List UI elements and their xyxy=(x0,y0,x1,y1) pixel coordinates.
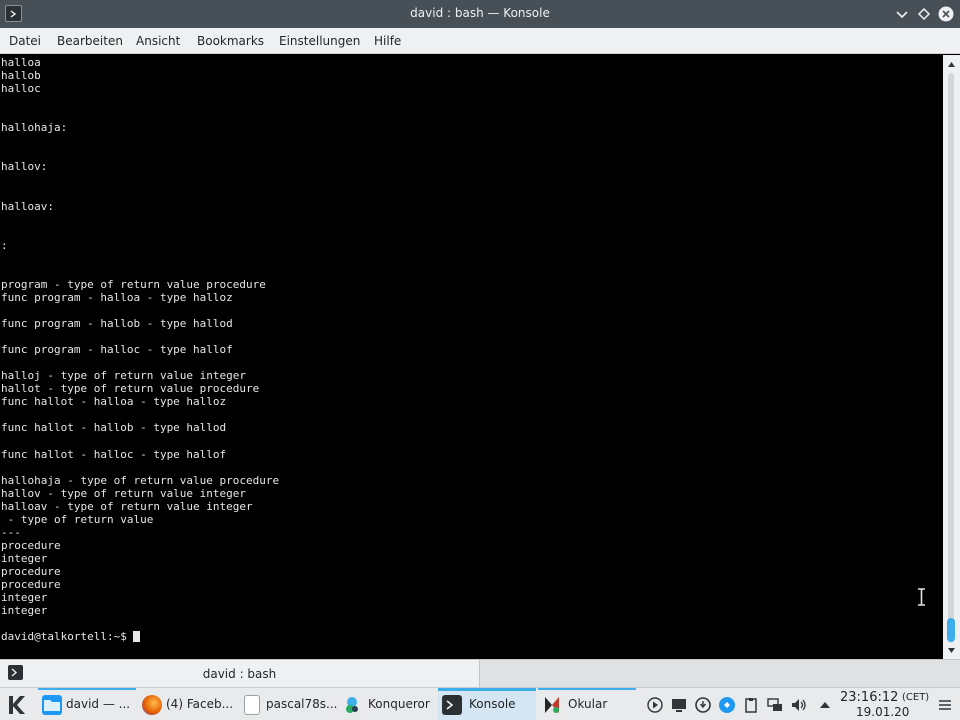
tab-label: david : bash xyxy=(202,667,277,681)
terminal-line: func hallot - hallob - type hallod xyxy=(1,421,227,435)
tray-expand-icon[interactable] xyxy=(816,696,834,714)
terminal-cursor xyxy=(133,631,141,643)
hamburger-menu-icon[interactable] xyxy=(936,696,954,714)
close-button[interactable] xyxy=(937,5,955,23)
terminal-line: procedure xyxy=(1,564,61,578)
close-icon xyxy=(938,6,954,22)
kdeconnect-icon[interactable] xyxy=(718,696,736,714)
network-icon[interactable] xyxy=(766,696,784,714)
terminal-line: program - type of return value procedure xyxy=(1,277,266,291)
terminal-line: hallov - type of return value integer xyxy=(1,486,247,500)
scroll-down-icon[interactable] xyxy=(947,646,956,655)
terminal-line: hallob xyxy=(1,69,41,83)
terminal-line: procedure xyxy=(1,578,61,591)
package-updates-icon[interactable] xyxy=(694,696,712,714)
window-title: david : bash — Konsole xyxy=(410,6,550,20)
application-launcher-icon[interactable] xyxy=(4,692,30,718)
konqueror-icon xyxy=(346,697,358,713)
terminal-line: func hallot - halloa - type halloz xyxy=(1,395,227,409)
terminal-scrollbar[interactable] xyxy=(943,55,960,659)
terminal-line: - type of return value xyxy=(1,512,154,526)
terminal-line: func program - halloc - type hallof xyxy=(1,343,233,357)
tab-bar: david : bash xyxy=(0,659,960,687)
terminal-line: func hallot - halloc - type hallof xyxy=(1,447,227,461)
firefox-icon xyxy=(142,695,162,715)
clipboard-icon[interactable] xyxy=(742,696,760,714)
menu-bookmarks[interactable]: Bookmarks xyxy=(197,34,264,48)
clock-timezone: (CET) xyxy=(902,692,930,703)
folder-icon xyxy=(42,695,62,715)
media-player-icon[interactable] xyxy=(646,696,664,714)
menu-bearbeiten[interactable]: Bearbeiten xyxy=(57,34,123,48)
terminal-line: hallot - type of return value procedure xyxy=(1,382,260,396)
terminal-line: hallov: xyxy=(1,160,48,174)
minimize-button[interactable] xyxy=(893,5,911,23)
task-okular[interactable]: Okular xyxy=(538,688,636,720)
terminal-line: halloav: xyxy=(1,199,54,213)
diamond-icon xyxy=(917,7,931,21)
menu-einstellungen[interactable]: Einstellungen xyxy=(279,34,360,48)
terminal-line: integer xyxy=(1,604,48,618)
terminal-line: --- xyxy=(1,525,21,539)
terminal-line: hallohaja: xyxy=(1,121,68,135)
terminal-output[interactable]: halloa hallob halloc hallohaja: hallov: hallo… xyxy=(0,55,943,659)
terminal-line: halloc xyxy=(1,82,41,96)
tab-david-bash[interactable]: david : bash xyxy=(0,660,480,687)
chevron-down-icon xyxy=(896,11,908,19)
maximize-button[interactable] xyxy=(915,5,933,23)
task-konqueror[interactable]: Konqueror xyxy=(338,688,436,720)
menu-bar: Datei Bearbeiten Ansicht Bookmarks Einst… xyxy=(0,28,960,54)
task-pascal-document[interactable]: pascal78s... xyxy=(238,688,337,720)
terminal-line: integer xyxy=(1,591,48,605)
scroll-up-icon[interactable] xyxy=(947,60,956,69)
menu-datei[interactable]: Datei xyxy=(9,34,41,48)
clock-date[interactable]: 19.01.20 xyxy=(856,705,909,719)
volume-icon[interactable] xyxy=(790,696,808,714)
taskbar: david — ... (4) Faceb... pascal78s... Ko… xyxy=(0,687,960,720)
task-dolphin[interactable]: david — ... xyxy=(38,688,136,720)
terminal-line: procedure xyxy=(1,538,61,552)
scroll-thumb[interactable] xyxy=(947,618,955,642)
menu-ansicht[interactable]: Ansicht xyxy=(136,34,180,48)
text-cursor-icon xyxy=(918,588,925,606)
clock-time[interactable]: 23:16:12 xyxy=(840,690,898,705)
task-firefox[interactable]: (4) Faceb... xyxy=(138,688,236,720)
screen-icon[interactable] xyxy=(670,696,688,714)
terminal-line: halloa xyxy=(1,56,41,69)
terminal-line: hallohaja - type of return value procedu… xyxy=(1,473,280,487)
terminal-line: integer xyxy=(1,551,48,565)
menu-hilfe[interactable]: Hilfe xyxy=(374,34,401,48)
task-konsole[interactable]: Konsole xyxy=(438,688,536,720)
terminal-line: : xyxy=(1,238,8,252)
terminal-line: halloav - type of return value integer xyxy=(1,499,253,513)
title-bar: david : bash — Konsole xyxy=(0,0,960,28)
scroll-track[interactable] xyxy=(948,73,954,643)
terminal-icon xyxy=(442,695,462,715)
terminal-line: david@talkortell:~$ xyxy=(1,630,134,644)
terminal-line: halloj - type of return value integer xyxy=(1,369,247,383)
okular-icon xyxy=(545,697,559,713)
terminal-line: func program - hallob - type hallod xyxy=(1,317,233,330)
document-icon xyxy=(244,695,260,715)
terminal-line: func program - halloa - type halloz xyxy=(1,290,233,304)
